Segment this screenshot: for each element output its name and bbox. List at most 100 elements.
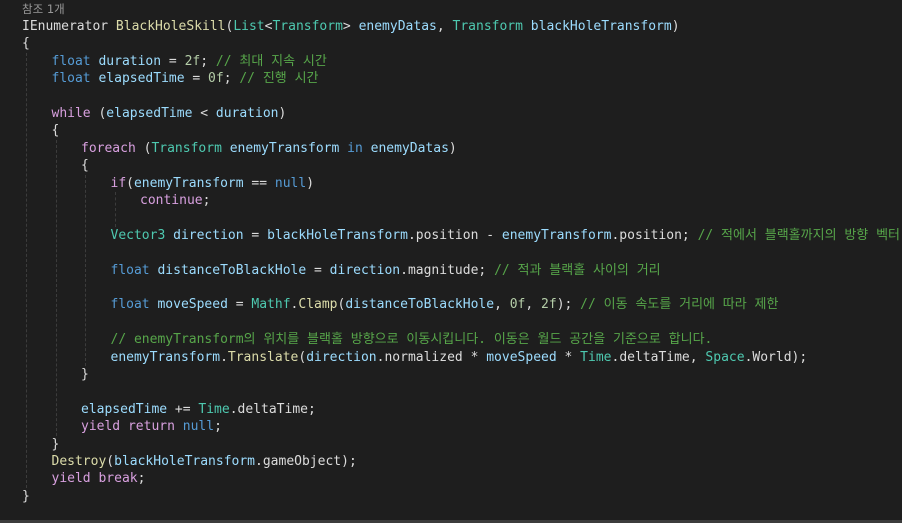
code-line[interactable]: IEnumerator BlackHoleSkill(List<Transfor… (22, 18, 680, 36)
code-token: continue (140, 193, 203, 208)
code-line[interactable]: } (22, 488, 30, 506)
code-line[interactable]: { (52, 122, 60, 140)
code-line[interactable]: enemyTransform.Translate(direction.norma… (111, 349, 808, 367)
code-token: , (689, 349, 706, 365)
code-token: return (127, 419, 175, 435)
code-line[interactable]: { (22, 35, 30, 53)
code-token: , (436, 19, 453, 34)
code-line[interactable]: if(enemyTransform == null) (111, 175, 315, 193)
code-token: while (51, 106, 91, 121)
code-token: direction (173, 227, 244, 243)
code-line[interactable]: { (81, 157, 89, 175)
code-line[interactable]: // enemyTransform의 위치를 블랙홀 방향으로 이동시킵니다. … (111, 331, 713, 349)
code-token: // 최대 지속 시간 (215, 53, 327, 69)
code-token: < (192, 106, 216, 121)
code-line[interactable]: } (52, 436, 60, 454)
code-token: yield (51, 471, 91, 487)
code-token: Time (198, 401, 230, 417)
code-token: IEnumerator (22, 19, 116, 34)
code-token: distanceToBlackHole (345, 297, 495, 313)
code-token: Clamp (298, 297, 338, 313)
code-line[interactable]: elapsedTime += Time.deltaTime; (81, 401, 316, 419)
code-token: List (233, 19, 265, 34)
code-token: { (51, 123, 60, 139)
code-line[interactable]: foreach (Transform enemyTransform in ene… (81, 140, 457, 158)
indent-guide (26, 52, 27, 488)
code-line[interactable]: float elapsedTime = 0f; // 진행 시간 (52, 70, 319, 88)
code-token: blackHoleTransform (267, 227, 408, 243)
code-token: ); (556, 297, 581, 313)
code-token: { (81, 158, 89, 174)
code-token: foreach (81, 140, 136, 156)
code-token: distanceToBlackHole (157, 262, 307, 278)
code-line[interactable]: } (81, 366, 89, 384)
code-token: World (752, 349, 792, 365)
code-token: ); (791, 349, 808, 365)
code-token: elapsedTime (106, 106, 193, 121)
code-token: null (182, 419, 215, 435)
code-token: enemyTransform (501, 227, 612, 243)
code-token: = (184, 71, 209, 87)
code-token: // 이동 속도를 거리에 따라 제한 (580, 297, 779, 313)
code-token: ) (671, 19, 680, 34)
code-line[interactable]: yield break; (52, 470, 146, 488)
reference-count-hint[interactable]: 참조 1개 (22, 1, 65, 17)
code-token: moveSpeed (486, 349, 557, 365)
code-token: . (229, 401, 238, 417)
code-line[interactable]: yield return null; (81, 418, 222, 436)
code-token: Transform (272, 19, 343, 34)
code-token: direction (329, 262, 401, 278)
code-token: if (110, 175, 127, 191)
code-token: Vector3 (110, 227, 166, 243)
code-token: // 적에서 블랙홀까지의 방향 벡터 (697, 227, 901, 243)
code-line[interactable]: Vector3 direction = blackHoleTransform.p… (111, 227, 901, 245)
code-line[interactable]: float distanceToBlackHole = direction.ma… (111, 262, 661, 280)
code-token: deltaTime (237, 401, 308, 417)
code-line[interactable]: continue; (140, 192, 210, 210)
code-token: float (51, 53, 91, 69)
code-token: Destroy (51, 454, 107, 469)
code-token: // enemyTransform의 위치를 블랙홀 방향으로 이동시킵니다. … (110, 332, 713, 348)
code-token: { (22, 36, 30, 52)
code-token: += (167, 401, 199, 417)
code-line[interactable]: while (elapsedTime < duration) (52, 105, 287, 123)
code-line[interactable]: float duration = 2f; // 최대 지속 시간 (52, 53, 327, 71)
code-token: position (415, 227, 479, 243)
code-token: // 적과 블랙홀 사이의 거리 (494, 262, 661, 278)
code-token: ; (202, 193, 211, 208)
code-token: , (494, 297, 510, 313)
code-token: ; (200, 53, 216, 69)
code-token: // 진행 시간 (239, 71, 319, 87)
indent-guide (114, 192, 116, 227)
code-token: duration (98, 53, 162, 69)
code-token: , (525, 297, 542, 313)
code-token: * (556, 349, 581, 365)
code-editor[interactable]: 참조 1개 IEnumerator BlackHoleSkill(List<Tr… (0, 0, 902, 523)
code-token: enemyDatas (370, 140, 449, 156)
code-token: } (51, 436, 60, 452)
code-token: ( (90, 106, 107, 121)
code-token: . (220, 349, 228, 365)
code-line[interactable]: float moveSpeed = Mathf.Clamp(distanceTo… (111, 296, 779, 314)
code-token: Transform (151, 140, 222, 156)
code-token: ) (306, 175, 315, 191)
code-token: enemyTransform (133, 175, 244, 191)
code-token: . (400, 262, 408, 278)
code-token: ( (298, 349, 307, 365)
code-token: = (227, 297, 252, 313)
code-token: == (243, 175, 275, 191)
code-token: ) (278, 106, 287, 121)
code-token: = (243, 227, 268, 243)
code-token: ); (341, 454, 357, 469)
code-token: ) (448, 140, 457, 156)
code-token: . (255, 454, 263, 469)
code-token: ; (478, 262, 495, 278)
code-token: ; (223, 71, 240, 87)
code-token: = (306, 262, 330, 278)
code-line[interactable]: Destroy(blackHoleTransform.gameObject); (52, 453, 357, 471)
